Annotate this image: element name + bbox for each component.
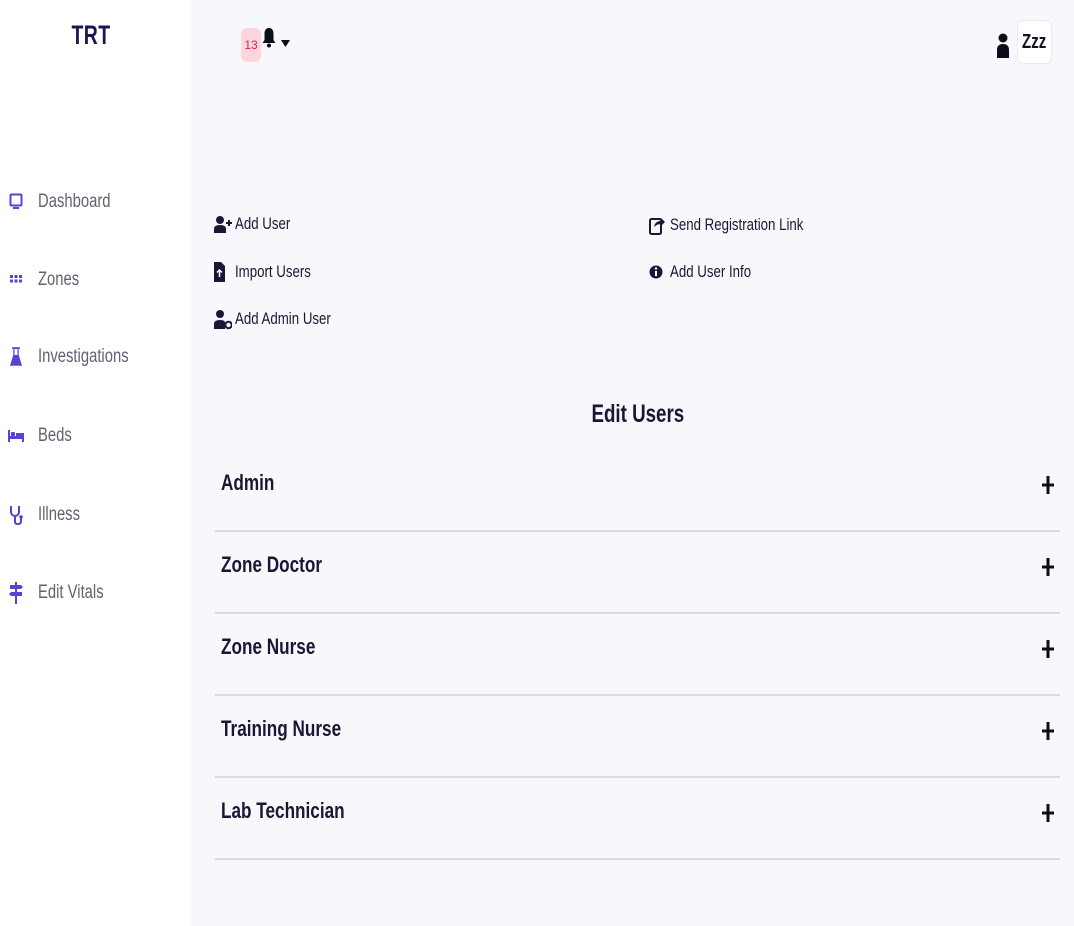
flask-icon [0,347,32,367]
sidebar-item-investigations[interactable]: Investigations [0,337,191,377]
stethoscope-icon [0,505,32,525]
accordion-zone-doctor[interactable]: Zone Doctor [215,532,1060,614]
sidebar-item-dashboard[interactable]: Dashboard [0,182,191,222]
share-square-icon [649,214,667,236]
sidebar-item-label: Zones [38,269,80,290]
add-user-info-link[interactable]: Add User Info [649,261,774,283]
plus-icon[interactable] [1042,638,1054,665]
accordion-label: Lab Technician [221,798,345,823]
plus-icon[interactable] [1042,720,1054,747]
accordion-label: Zone Nurse [221,634,316,659]
accordion-lab-technician[interactable]: Lab Technician [215,778,1060,860]
user-shield-icon [214,308,232,330]
accordion-zone-nurse[interactable]: Zone Nurse [215,614,1060,696]
sidebar-item-label: Edit Vitals [38,582,104,603]
plus-icon[interactable] [1042,474,1054,501]
sidebar-item-beds[interactable]: Beds [0,416,191,456]
sidebar-item-edit-vitals[interactable]: Edit Vitals [0,573,191,613]
sidebar-item-label: Illness [38,504,81,525]
user-icon [996,30,1010,65]
plus-icon[interactable] [1042,556,1054,583]
edit-users-title: Edit Users [591,400,684,428]
accordion-label: Training Nurse [221,716,342,741]
sidebar: TRT Dashboard Zones Investigations Beds … [0,0,191,926]
chevron-down-icon[interactable] [281,34,290,52]
action-label: Add User [235,214,291,233]
accordion-label: Zone Doctor [221,552,323,577]
action-label: Send Registration Link [670,215,804,234]
sidebar-item-label: Beds [38,425,72,446]
sidebar-item-zones[interactable]: Zones [0,260,191,300]
sidebar-item-label: Dashboard [38,191,111,212]
signpost-icon [0,582,32,604]
user-menu-label: Zzz [1022,30,1047,53]
monitor-icon [0,193,32,211]
send-registration-link[interactable]: Send Registration Link [649,214,841,236]
brand-logo[interactable]: TRT [25,20,156,51]
add-user-link[interactable]: Add User [214,214,306,234]
file-import-icon [214,261,232,283]
grid-icon [0,275,32,285]
user-menu-button[interactable]: Zzz [1017,20,1052,64]
action-label: Add Admin User [235,309,331,328]
sidebar-item-illness[interactable]: Illness [0,495,191,535]
add-admin-user-link[interactable]: Add Admin User [214,308,358,330]
user-plus-icon [214,214,232,234]
accordion-admin[interactable]: Admin [215,450,1060,532]
action-label: Add User Info [670,262,752,281]
accordion-training-nurse[interactable]: Training Nurse [215,696,1060,778]
info-circle-icon [649,261,667,283]
notification-count-badge[interactable]: 13 [241,28,261,62]
import-users-link[interactable]: Import Users [214,261,332,283]
plus-icon[interactable] [1042,802,1054,829]
accordion-label: Admin [221,470,275,495]
bed-icon [0,430,32,442]
bell-icon[interactable] [262,26,276,57]
action-label: Import Users [235,262,311,281]
sidebar-item-label: Investigations [38,346,129,367]
